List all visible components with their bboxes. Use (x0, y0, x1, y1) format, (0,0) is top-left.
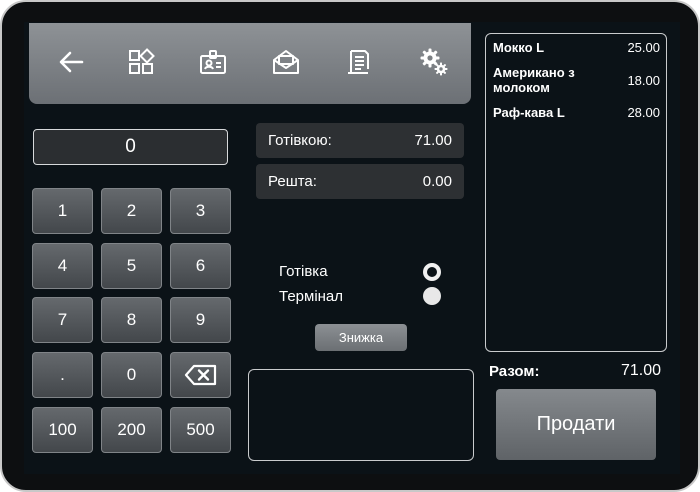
payment-method-cash-label: Готівка (279, 263, 328, 280)
key-200[interactable]: 200 (101, 407, 162, 453)
key-3[interactable]: 3 (170, 188, 231, 234)
order-item-price: 25.00 (627, 40, 660, 55)
key-7[interactable]: 7 (32, 297, 93, 343)
key-0[interactable]: 0 (101, 352, 162, 398)
change-value: 0.00 (422, 173, 452, 190)
order-item-name: Американо з молоком (493, 65, 575, 95)
amount-display: 0 (33, 129, 228, 165)
order-item-name: Раф-кава L (493, 105, 565, 120)
categories-grid-icon[interactable] (124, 45, 158, 79)
order-item-price: 18.00 (627, 72, 660, 88)
key-5[interactable]: 5 (101, 243, 162, 289)
receipt-icon[interactable] (342, 45, 376, 79)
key-8[interactable]: 8 (101, 297, 162, 343)
cash-value: 71.00 (414, 132, 452, 149)
pos-screen: 0 1 2 3 4 5 6 7 8 9 . 0 100 200 500 Готі… (24, 22, 680, 474)
order-item-price: 28.00 (627, 105, 660, 120)
change-row: Решта: 0.00 (256, 164, 464, 199)
key-500[interactable]: 500 (170, 407, 231, 453)
order-item[interactable]: Американо з молоком 18.00 (493, 65, 660, 95)
tablet-frame: 0 1 2 3 4 5 6 7 8 9 . 0 100 200 500 Готі… (0, 0, 700, 492)
employee-badge-icon[interactable] (196, 45, 230, 79)
cash-label: Готівкою: (268, 132, 332, 149)
total-label: Разом: (489, 363, 540, 380)
total-value: 71.00 (621, 362, 662, 379)
order-item-name: Мокко L (493, 40, 545, 55)
order-item[interactable]: Раф-кава L 28.00 (493, 105, 660, 120)
key-4[interactable]: 4 (32, 243, 93, 289)
mail-icon[interactable] (269, 45, 303, 79)
key-100[interactable]: 100 (32, 407, 93, 453)
toolbar (29, 23, 471, 104)
key-decimal[interactable]: . (32, 352, 93, 398)
backspace-icon (184, 364, 216, 386)
back-arrow-icon[interactable] (54, 45, 88, 79)
cash-amount-row: Готівкою: 71.00 (256, 123, 464, 158)
payment-method-terminal-radio[interactable] (423, 287, 441, 305)
change-label: Решта: (268, 173, 317, 190)
backspace-key[interactable] (170, 352, 231, 398)
key-9[interactable]: 9 (170, 297, 231, 343)
key-2[interactable]: 2 (101, 188, 162, 234)
order-item[interactable]: Мокко L 25.00 (493, 40, 660, 55)
key-1[interactable]: 1 (32, 188, 93, 234)
notes-area[interactable] (248, 369, 474, 461)
settings-gears-icon[interactable] (417, 45, 451, 79)
payment-method-terminal-label: Термінал (279, 288, 344, 305)
sell-button[interactable]: Продати (496, 389, 656, 460)
key-6[interactable]: 6 (170, 243, 231, 289)
order-list: Мокко L 25.00 Американо з молоком 18.00 … (485, 33, 667, 352)
payment-method-cash-radio[interactable] (423, 263, 441, 281)
discount-button[interactable]: Знижка (315, 324, 407, 351)
